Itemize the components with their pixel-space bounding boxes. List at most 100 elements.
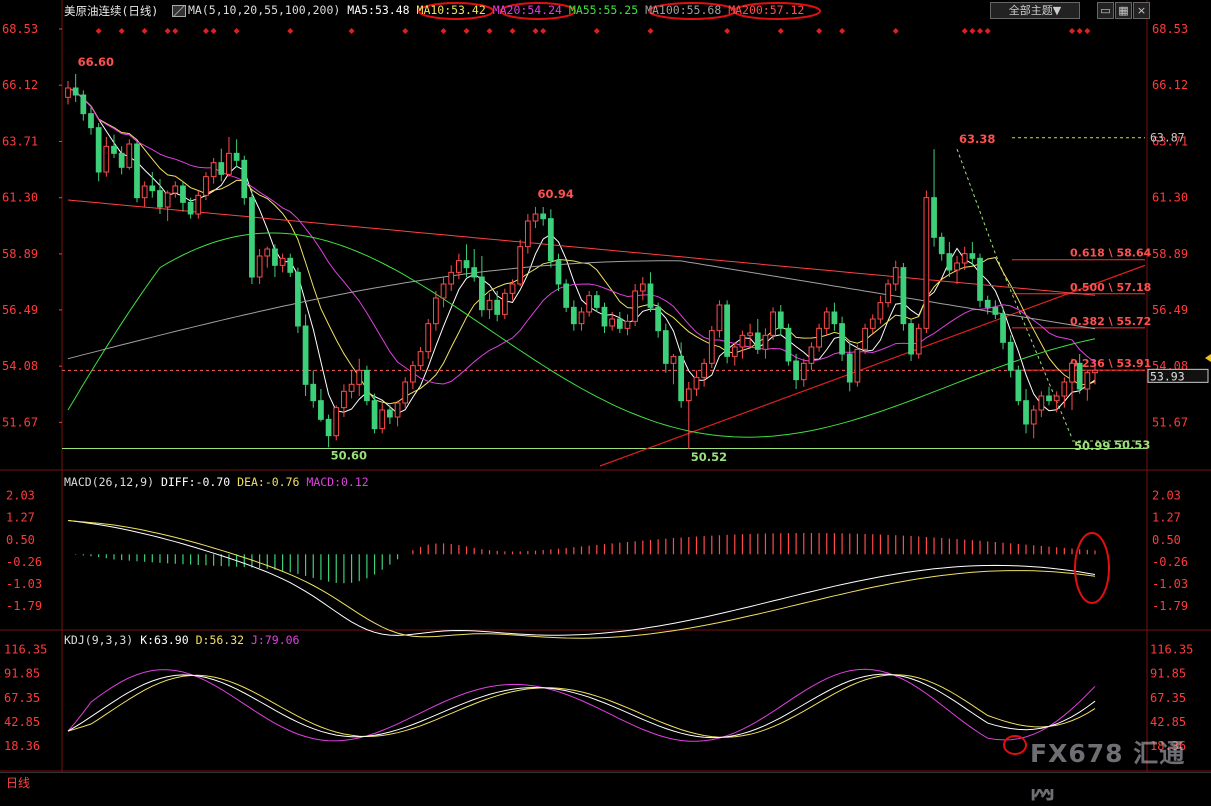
level-annotation: 63.87 [1150, 131, 1185, 145]
y-tick-label-right: 66.12 [1152, 78, 1188, 92]
macd-legend: MACD(26,12,9) DIFF:-0.70 DEA:-0.76 MACD:… [64, 475, 369, 489]
price-annotation: 50.60 [331, 448, 367, 462]
theme-dropdown[interactable]: 全部主题▼ [990, 2, 1080, 19]
y-tick-label-left: 58.89 [2, 247, 38, 261]
candle-body [854, 348, 861, 383]
candle-body [80, 94, 87, 115]
event-marker-icon [348, 28, 355, 34]
candle-body [678, 355, 685, 402]
macd-y-tick-left: -0.26 [6, 555, 42, 569]
event-marker-icon [141, 28, 148, 34]
candle-body [494, 299, 501, 315]
event-marker-icon [532, 28, 539, 34]
candle-body [440, 283, 447, 299]
candle-body [486, 299, 493, 311]
event-marker-icon [95, 28, 102, 34]
y-tick-label-left: 56.49 [2, 303, 38, 317]
ma20-value: MA20:54.24 [492, 3, 562, 17]
event-marker-icon [1076, 28, 1083, 34]
candle-body [724, 304, 730, 357]
y-tick-label-right: 51.67 [1152, 415, 1188, 429]
candle-body [394, 402, 401, 418]
candle-body [862, 327, 868, 350]
candle-body [969, 253, 976, 259]
candle-body [632, 290, 639, 322]
candle-body [233, 152, 240, 161]
close-button[interactable]: × [1133, 2, 1150, 19]
candle-body [762, 334, 769, 350]
event-marker-icon [984, 28, 991, 34]
candle-body [172, 185, 179, 194]
candle-body [157, 190, 163, 208]
y-tick-label-left: 61.30 [2, 191, 38, 205]
kdj-y-tick-right: 67.35 [1150, 691, 1186, 705]
kdj-d: D:56.32 [195, 633, 245, 647]
candle-body [655, 306, 662, 332]
kdj-y-tick-left: 91.85 [4, 667, 40, 681]
candle-body [241, 159, 248, 199]
ma55-value: MA55:55.25 [568, 3, 639, 17]
period-label[interactable]: 日线 [6, 774, 30, 791]
candle-body [770, 311, 776, 336]
event-marker-icon [816, 28, 823, 34]
candle-body [923, 197, 930, 329]
macd-y-tick-right: 2.03 [1152, 489, 1181, 503]
candle-body [1007, 341, 1014, 371]
ma5-value: MA5:53.48 [347, 3, 410, 17]
candle-body [616, 318, 623, 329]
candle-body [455, 260, 462, 273]
ma55-line [67, 232, 1096, 438]
candle-body [586, 295, 593, 313]
ma-icon [172, 4, 186, 17]
candle-body [149, 185, 156, 192]
ma100-value: MA100:55.68 [645, 3, 722, 17]
grid-icon[interactable]: ▦ [1115, 2, 1132, 19]
kdj-y-tick-right: 116.35 [1150, 643, 1193, 657]
candle-body [65, 87, 71, 98]
candle-body [509, 283, 516, 294]
candle-body [387, 409, 393, 418]
layout-icon[interactable]: ▭ [1097, 2, 1114, 19]
ma200-value: MA200:57.12 [728, 3, 805, 17]
event-marker-icon [892, 28, 899, 34]
macd-diff-line [67, 520, 1096, 636]
candle-body [555, 260, 562, 285]
candle-body [448, 271, 455, 285]
candle-body [210, 162, 217, 178]
event-marker-icon [593, 28, 600, 34]
macd-dea: DEA:-0.76 [237, 475, 300, 489]
kdj-j-line [67, 668, 1096, 742]
candle-body [72, 87, 79, 96]
kdj-legend: KDJ(9,3,3) K:63.90 D:56.32 J:79.06 [64, 633, 299, 647]
candle-body [203, 176, 209, 196]
candle-body [900, 267, 907, 325]
candle-body [379, 409, 386, 430]
candle-body [961, 253, 968, 264]
candle-body [892, 267, 899, 285]
candle-body [877, 302, 884, 320]
y-tick-label-left: 54.08 [2, 359, 38, 373]
watermark: FX678 汇通网 [1030, 739, 1186, 804]
candle-body [647, 283, 654, 308]
candle-body [111, 145, 117, 154]
macd-y-tick-left: -1.03 [6, 577, 42, 591]
kdj-y-tick-right: 91.85 [1150, 667, 1186, 681]
candle-body [287, 257, 294, 273]
candle-body [425, 323, 432, 353]
ma10-value: MA10:53.42 [416, 3, 486, 17]
macd-y-tick-right: -0.26 [1152, 555, 1188, 569]
candle-body [701, 362, 708, 378]
event-marker-icon [164, 28, 171, 34]
fib-level-label: 0.500 \ 57.18 [1070, 281, 1151, 294]
candle-body [547, 218, 554, 262]
chart-canvas[interactable]: 68.53 68.5366.12 66.1263.71 63.7161.30 61.30… [0, 0, 1211, 788]
candle-body [685, 388, 692, 402]
status-bar: 日线 [0, 772, 1211, 791]
candle-body [754, 332, 761, 350]
candle-body [954, 262, 960, 271]
kdj-y-tick-left: 18.36 [4, 739, 40, 753]
event-marker-icon [540, 28, 547, 34]
event-marker-icon [486, 28, 493, 34]
highlight-ellipse [1074, 532, 1110, 604]
event-marker-icon [509, 28, 516, 34]
